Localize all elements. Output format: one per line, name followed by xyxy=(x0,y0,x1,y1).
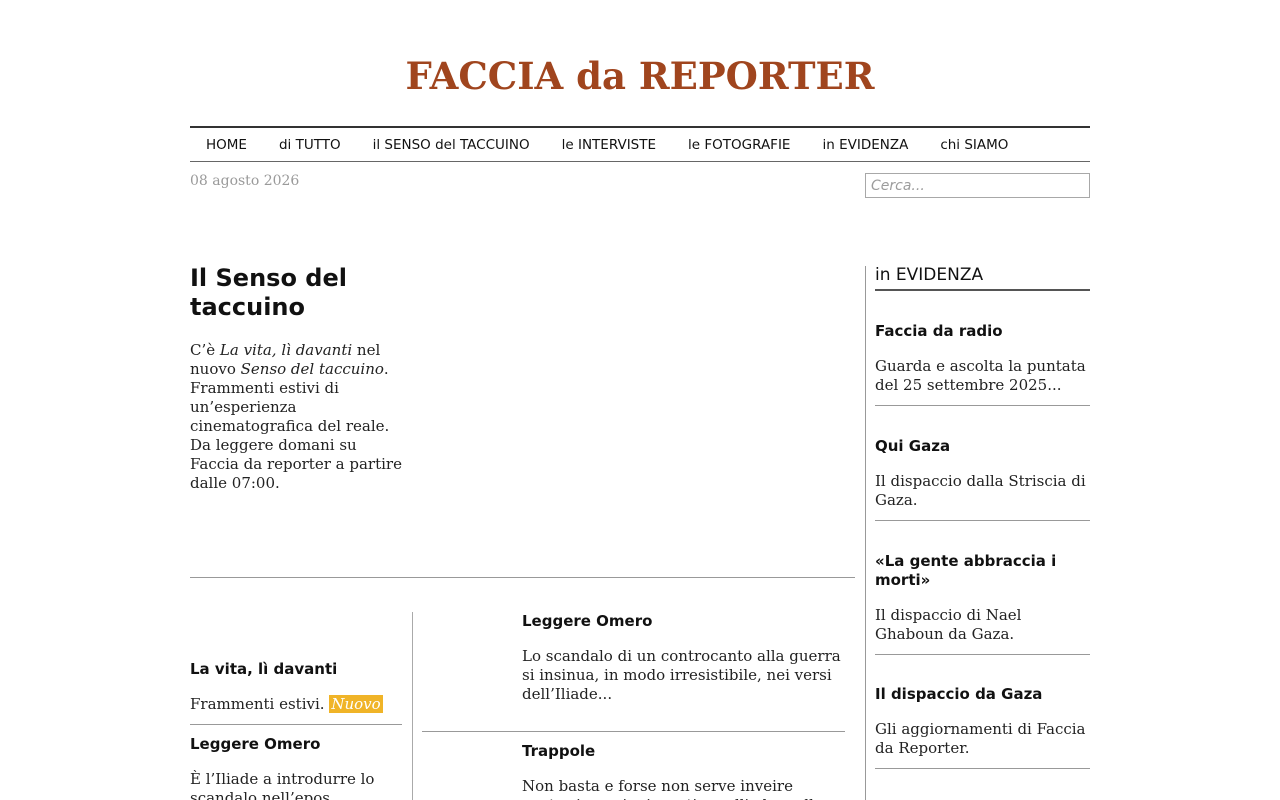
left-story-text-1: Frammenti estivi. Nuovo xyxy=(190,695,405,714)
middle-story-text-2: Non basta e forse non serve inveire cont… xyxy=(522,777,823,800)
search-input[interactable] xyxy=(865,173,1090,198)
middle-story-divider xyxy=(422,731,845,732)
feature-text-italic1: La vita, lì davanti xyxy=(219,341,353,359)
left-story-text-2: È l’Iliade a introdurre lo scandalo nell… xyxy=(190,770,375,800)
current-date: 08 agosto 2026 xyxy=(190,173,300,189)
sidebar-title: in EVIDENZA xyxy=(875,263,1090,291)
new-badge: Nuovo xyxy=(329,695,383,713)
section-divider xyxy=(190,577,855,578)
feature-text: C’è La vita, lì davanti nel nuovo Senso … xyxy=(190,341,405,493)
sidebar-item-divider-4 xyxy=(875,768,1090,769)
middle-story-title-2[interactable]: Trappole xyxy=(522,742,842,761)
sidebar-item-text-2: Il dispaccio dalla Striscia di Gaza. xyxy=(875,472,1086,509)
sidebar-divider xyxy=(865,266,866,800)
left-story-title-2[interactable]: Leggere Omero xyxy=(190,735,405,754)
feature-text-italic2: Senso del taccuino xyxy=(240,360,384,378)
sidebar-item-divider-2 xyxy=(875,520,1090,521)
sidebar-item-title-2[interactable]: Qui Gaza xyxy=(875,437,1090,456)
sidebar-item-divider-3 xyxy=(875,654,1090,655)
left-story-text-1-body: Frammenti estivi. xyxy=(190,695,325,713)
nav-item-home[interactable]: HOME xyxy=(206,137,247,153)
logo-word-faccia: FACCIA xyxy=(405,54,564,98)
middle-story-title-1[interactable]: Leggere Omero xyxy=(522,612,842,631)
feature-text-part3: . Frammenti estivi di un’esperienza cine… xyxy=(190,360,402,492)
nav-item-senso-del-taccuino[interactable]: il SENSO del TACCUINO xyxy=(373,137,530,153)
feature-title[interactable]: Il Senso del taccuino xyxy=(190,264,420,322)
logo-word-da: da xyxy=(576,54,626,98)
left-story-title-1[interactable]: La vita, lì davanti xyxy=(190,660,405,679)
left-story-divider xyxy=(190,724,402,725)
nav-item-fotografie[interactable]: le FOTOGRAFIE xyxy=(688,137,790,153)
main-nav: HOME di TUTTO il SENSO del TACCUINO le I… xyxy=(190,126,1090,162)
site-logo[interactable]: FACCIA da REPORTER xyxy=(0,52,1280,100)
nav-item-interviste[interactable]: le INTERVISTE xyxy=(562,137,656,153)
column-divider xyxy=(412,612,413,800)
page: FACCIA da REPORTER HOME di TUTTO il SENS… xyxy=(0,0,1280,800)
nav-item-di-tutto[interactable]: di TUTTO xyxy=(279,137,341,153)
sidebar-item-title-4[interactable]: Il dispaccio da Gaza xyxy=(875,685,1090,704)
sidebar-item-divider-1 xyxy=(875,405,1090,406)
feature-text-part1: C’è xyxy=(190,341,220,359)
sidebar-item-text-1: Guarda e ascolta la puntata del 25 sette… xyxy=(875,357,1086,394)
sidebar-item-text-3: Il dispaccio di Nael Ghaboun da Gaza. xyxy=(875,606,1022,643)
nav-item-in-evidenza[interactable]: in EVIDENZA xyxy=(822,137,908,153)
sidebar-item-title-1[interactable]: Faccia da radio xyxy=(875,322,1090,341)
nav-item-chi-siamo[interactable]: chi SIAMO xyxy=(940,137,1008,153)
logo-word-reporter: REPORTER xyxy=(638,54,875,98)
middle-story-text-1: Lo scandalo di un controcanto alla guerr… xyxy=(522,647,841,703)
sidebar-item-text-4: Gli aggiornamenti di Faccia da Reporter. xyxy=(875,720,1086,757)
sidebar-item-title-3[interactable]: «La gente abbraccia i morti» xyxy=(875,552,1090,590)
